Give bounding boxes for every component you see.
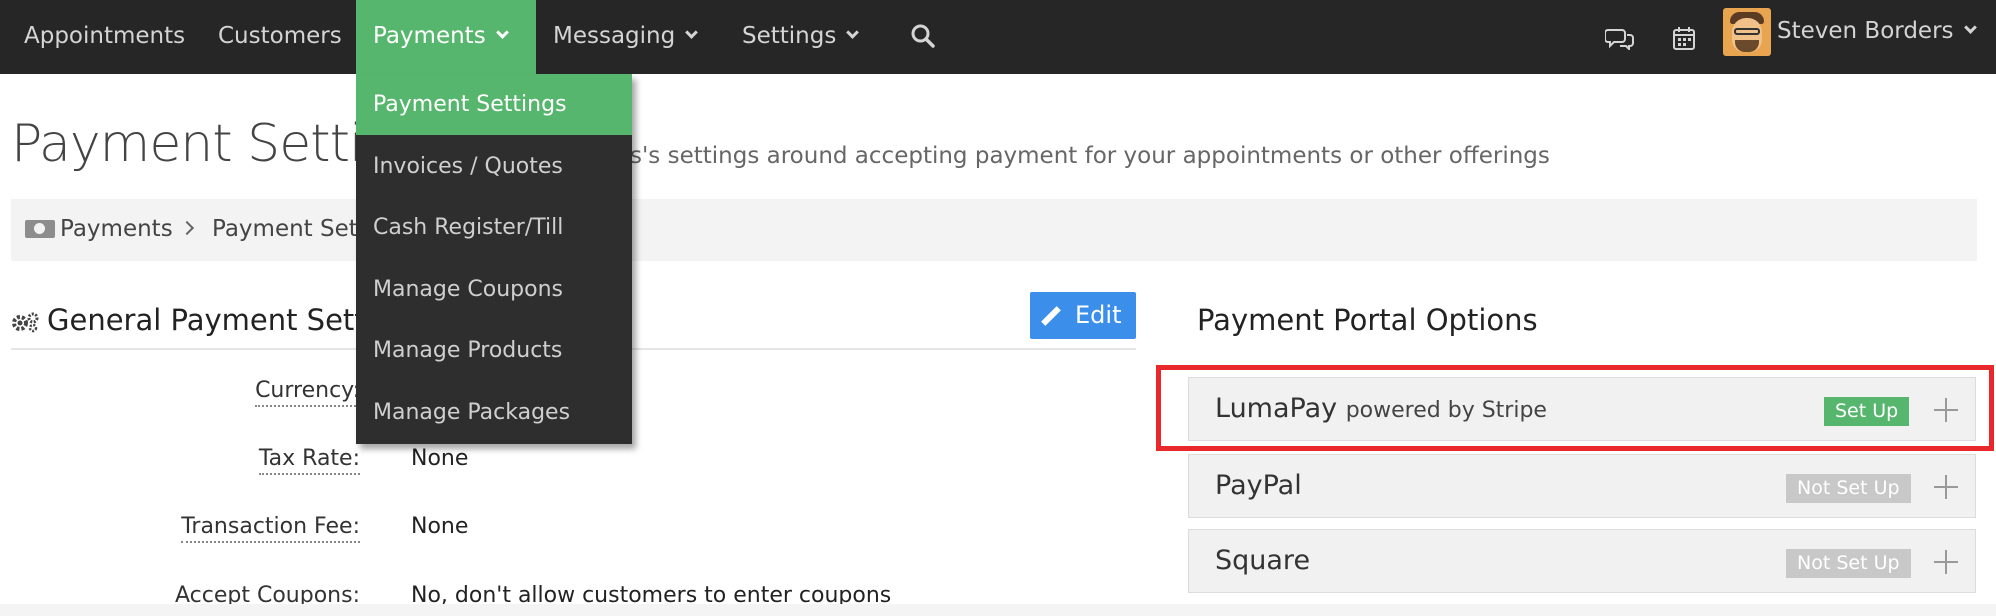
- chevron-down-icon: [846, 26, 860, 39]
- menu-item-manage-products[interactable]: Manage Products: [356, 320, 632, 381]
- transaction-fee-value: None: [411, 514, 469, 539]
- menu-item-manage-packages[interactable]: Manage Packages: [356, 382, 632, 443]
- nav-item-customers[interactable]: Customers: [218, 0, 342, 74]
- plus-icon[interactable]: [1934, 550, 1958, 574]
- status-badge: Not Set Up: [1786, 549, 1911, 578]
- transaction-fee-label: Transaction Fee:: [181, 513, 360, 543]
- edit-button[interactable]: Edit: [1030, 292, 1136, 339]
- chevron-down-icon: [685, 26, 699, 39]
- calendar-icon[interactable]: [1672, 25, 1696, 51]
- search-icon[interactable]: [910, 23, 936, 49]
- portal-name: Square: [1215, 545, 1311, 576]
- breadcrumb: Payments Payment Settings: [11, 199, 1977, 261]
- money-icon: [25, 220, 55, 238]
- gear-icon: [12, 312, 39, 333]
- menu-item-invoices-quotes[interactable]: Invoices / Quotes: [356, 136, 632, 197]
- status-badge: Not Set Up: [1786, 474, 1911, 503]
- payments-dropdown-menu: Payment Settings Invoices / Quotes Cash …: [356, 74, 632, 444]
- tax-rate-label: Tax Rate:: [258, 445, 360, 475]
- avatar[interactable]: [1723, 8, 1771, 56]
- page-bottom-shade: [0, 604, 1996, 616]
- plus-icon[interactable]: [1934, 475, 1958, 499]
- nav-item-payments[interactable]: Payments: [356, 0, 536, 74]
- portal-row-square[interactable]: Square Not Set Up: [1188, 529, 1976, 593]
- chevron-right-icon: [179, 220, 195, 236]
- top-nav-bar: Appointments Customers Payments Messagin…: [0, 0, 1996, 74]
- menu-item-cash-register[interactable]: Cash Register/Till: [356, 197, 632, 258]
- currency-label: Currency:: [255, 377, 360, 407]
- highlight-box: [1156, 365, 1994, 451]
- nav-item-appointments[interactable]: Appointments: [24, 0, 185, 74]
- chevron-down-icon: [495, 26, 509, 39]
- portal-name: PayPal: [1215, 470, 1302, 501]
- portal-row-paypal[interactable]: PayPal Not Set Up: [1188, 454, 1976, 518]
- tax-rate-value: None: [411, 446, 469, 471]
- nav-item-settings[interactable]: Settings: [742, 0, 860, 74]
- nav-item-messaging[interactable]: Messaging: [553, 0, 699, 74]
- portal-options-title: Payment Portal Options: [1197, 303, 1538, 337]
- menu-item-manage-coupons[interactable]: Manage Coupons: [356, 259, 632, 320]
- menu-item-payment-settings[interactable]: Payment Settings: [356, 74, 632, 135]
- page-subtitle: s's settings around accepting payment fo…: [630, 143, 1550, 169]
- breadcrumb-item-payments[interactable]: Payments: [60, 216, 173, 242]
- pencil-icon: [1041, 306, 1061, 326]
- chevron-down-icon: [1963, 21, 1977, 34]
- user-menu[interactable]: Steven Borders: [1777, 0, 1977, 74]
- chat-icon[interactable]: [1605, 26, 1635, 50]
